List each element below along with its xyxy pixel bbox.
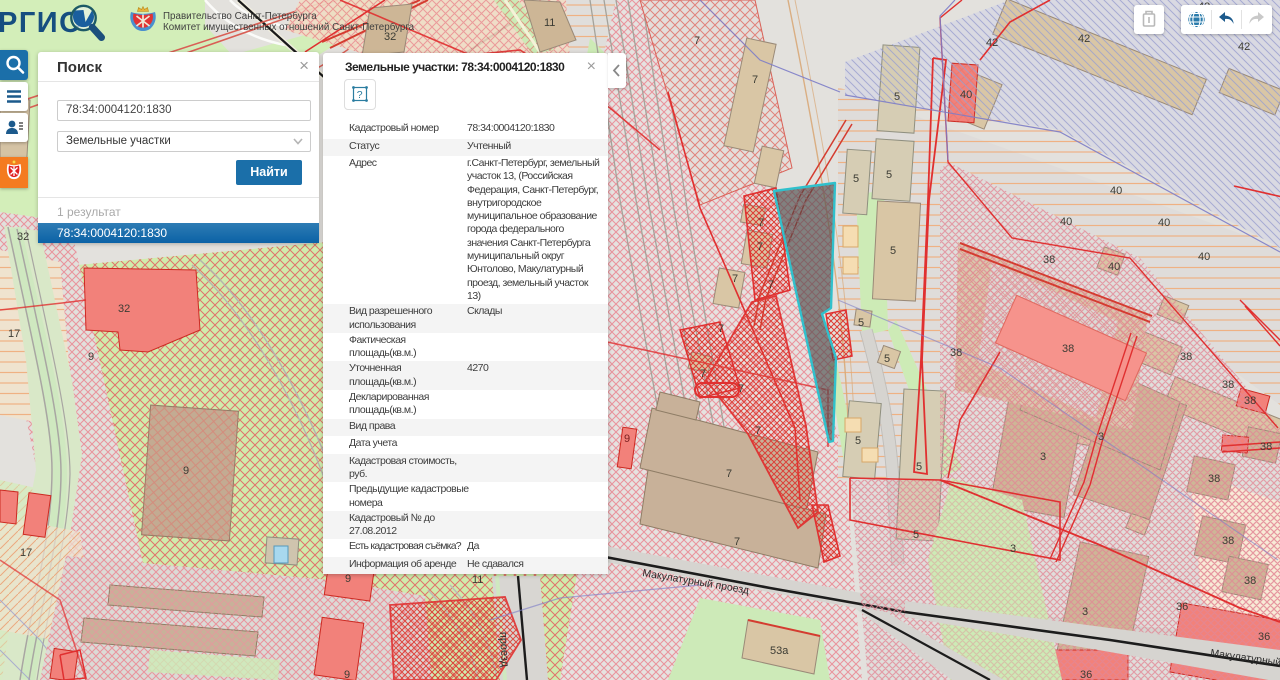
svg-text:7: 7: [755, 425, 761, 437]
svg-text:7: 7: [726, 468, 732, 480]
svg-text:3: 3: [1010, 543, 1016, 555]
svg-text:5: 5: [890, 245, 896, 257]
svg-text:36: 36: [1176, 601, 1188, 613]
svg-text:9: 9: [183, 465, 189, 477]
svg-text:11: 11: [544, 17, 555, 29]
svg-text:38: 38: [1260, 441, 1272, 453]
svg-text:17: 17: [8, 328, 20, 340]
svg-text:38: 38: [1043, 254, 1055, 266]
svg-text:9: 9: [88, 351, 94, 363]
svg-text:5: 5: [858, 317, 864, 329]
svg-text:42: 42: [1078, 33, 1090, 45]
svg-text:5: 5: [853, 173, 859, 185]
svg-text:36: 36: [1258, 631, 1270, 643]
svg-text:5: 5: [855, 435, 861, 447]
svg-text:42: 42: [1238, 41, 1250, 53]
svg-text:9: 9: [345, 573, 351, 585]
svg-text:42: 42: [986, 37, 998, 49]
svg-text:7: 7: [757, 241, 763, 253]
svg-text:5: 5: [884, 353, 890, 365]
svg-text:32: 32: [17, 231, 29, 243]
svg-text:36: 36: [1080, 669, 1092, 680]
svg-text:38: 38: [1244, 395, 1256, 407]
svg-text:7: 7: [700, 368, 706, 380]
svg-text:7: 7: [734, 536, 740, 548]
svg-text:3: 3: [1082, 606, 1088, 618]
svg-text:5: 5: [916, 461, 922, 473]
svg-text:5: 5: [894, 91, 900, 103]
svg-text:?: ?: [357, 89, 363, 101]
svg-text:38: 38: [1222, 379, 1234, 391]
svg-text:7: 7: [752, 74, 758, 86]
svg-text:11: 11: [472, 574, 483, 586]
svg-text:32: 32: [384, 31, 396, 43]
svg-text:3: 3: [1040, 451, 1046, 463]
svg-text:3: 3: [1098, 431, 1104, 443]
svg-text:5: 5: [886, 169, 892, 181]
svg-text:40: 40: [1110, 185, 1122, 197]
svg-text:17: 17: [20, 547, 32, 559]
svg-text:7: 7: [718, 323, 724, 335]
svg-text:40: 40: [960, 89, 972, 101]
svg-text:40: 40: [1198, 251, 1210, 263]
svg-text:5: 5: [913, 529, 919, 541]
svg-text:40: 40: [1060, 216, 1072, 228]
svg-text:проезд: проезд: [497, 632, 511, 668]
svg-text:38: 38: [1208, 473, 1220, 485]
svg-text:7: 7: [768, 279, 774, 291]
svg-text:40: 40: [1158, 217, 1170, 229]
svg-text:7: 7: [732, 273, 738, 285]
svg-text:38: 38: [950, 347, 962, 359]
svg-text:9: 9: [344, 669, 350, 680]
svg-text:32: 32: [118, 303, 130, 315]
svg-text:7: 7: [738, 383, 744, 395]
svg-text:7: 7: [758, 217, 764, 229]
svg-text:38: 38: [1222, 535, 1234, 547]
svg-text:9: 9: [624, 433, 630, 445]
svg-text:53a: 53a: [770, 645, 789, 657]
svg-text:38: 38: [1062, 343, 1074, 355]
svg-text:7: 7: [694, 35, 700, 47]
svg-text:38: 38: [1244, 575, 1256, 587]
svg-text:40: 40: [1108, 261, 1120, 273]
svg-text:38: 38: [1180, 351, 1192, 363]
